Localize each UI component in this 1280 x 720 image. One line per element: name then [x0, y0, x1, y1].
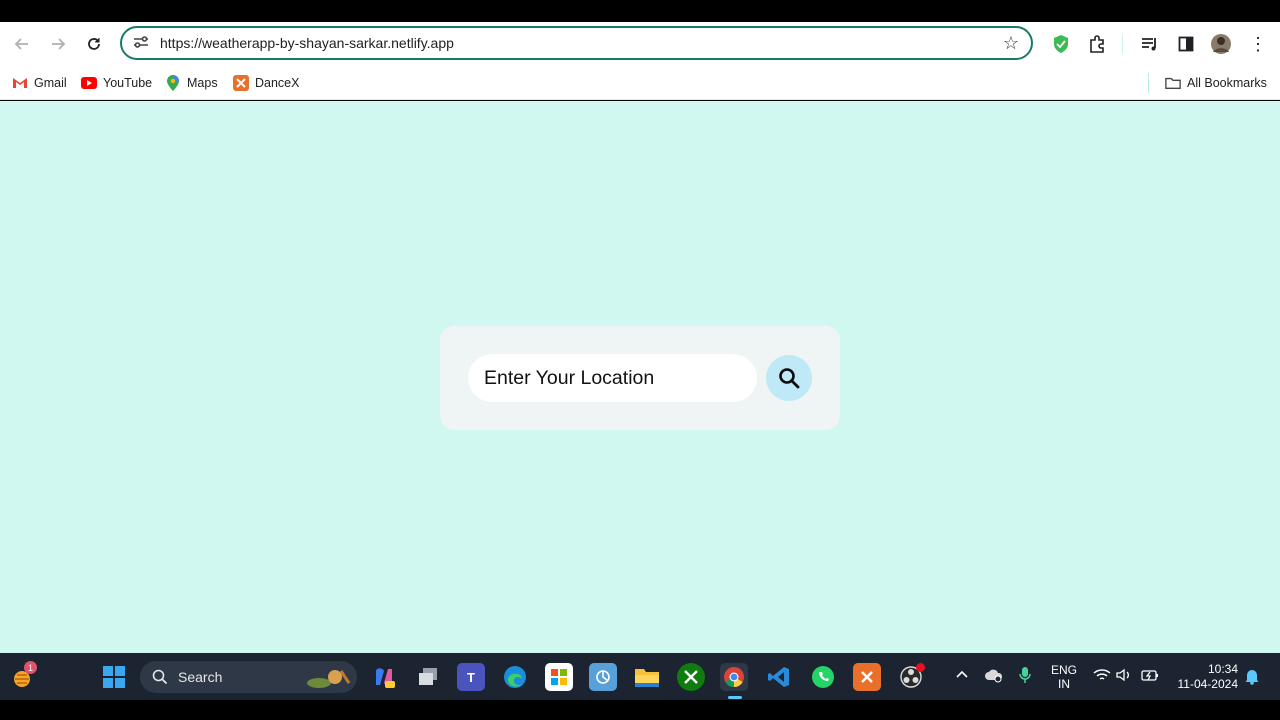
xampp-app-icon[interactable] [853, 663, 881, 691]
search-highlight-illustration-icon [307, 670, 351, 688]
side-panel-icon[interactable] [1174, 32, 1198, 56]
arrow-left-icon [14, 38, 28, 50]
all-bookmarks-button[interactable]: All Bookmarks [1165, 73, 1267, 93]
chrome-app-icon[interactable] [720, 663, 748, 691]
tray-overflow-chevron-icon[interactable] [955, 667, 969, 684]
photo-app-icon[interactable] [589, 663, 617, 691]
bookmark-dancex[interactable]: DanceX [233, 73, 299, 93]
browser-toolbar: https://weatherapp-by-shayan-sarkar.netl… [0, 22, 1280, 66]
teams-app-icon[interactable]: T [457, 663, 485, 691]
taskbar-search-box[interactable]: Search [140, 661, 357, 693]
media-queue-icon[interactable] [1138, 32, 1162, 56]
notification-badge: 1 [24, 661, 37, 674]
profile-avatar[interactable] [1209, 32, 1233, 56]
dancex-icon [233, 75, 249, 91]
edge-browser-icon[interactable] [501, 663, 529, 691]
bookmark-label: DanceX [255, 76, 300, 90]
screen: https://weatherapp-by-shayan-sarkar.netl… [0, 0, 1280, 720]
bookmarks-bar: Gmail YouTube Maps DanceX All Bookmarks [0, 66, 1280, 100]
clock[interactable]: 10:34 11-04-2024 [1170, 662, 1239, 692]
clock-date: 11-04-2024 [1177, 677, 1239, 691]
url-text[interactable]: https://weatherapp-by-shayan-sarkar.netl… [158, 35, 991, 51]
windows-start-icon[interactable] [100, 663, 128, 691]
browser-menu-icon[interactable]: ⋮ [1246, 32, 1270, 56]
bookmark-star-icon[interactable]: ☆ [991, 33, 1031, 54]
forward-button[interactable] [40, 22, 76, 66]
arrow-right-icon [52, 38, 66, 50]
shield-extension-icon[interactable] [1049, 32, 1073, 56]
clock-time: 10:34 [1207, 662, 1238, 676]
reload-button[interactable] [76, 22, 112, 66]
bookmark-label: YouTube [103, 76, 153, 90]
whatsapp-app-icon[interactable] [809, 663, 837, 691]
recording-dot [916, 663, 925, 672]
xbox-app-icon[interactable] [677, 663, 705, 691]
site-settings-icon[interactable] [124, 35, 158, 52]
search-card [440, 326, 840, 430]
file-explorer-icon[interactable] [633, 663, 661, 691]
reload-icon [88, 38, 100, 50]
taskbar-search-label: Search [178, 669, 223, 685]
taskbar: 1 Search T ENG IN 10:34 11-04-2024 [0, 653, 1280, 700]
weather-app-page [0, 101, 1280, 653]
youtube-icon [81, 75, 97, 91]
language-code: ENG [1050, 663, 1077, 677]
bookmark-label: Maps [187, 76, 218, 90]
copilot-app-icon[interactable] [370, 663, 398, 691]
letterbox-bar [0, 700, 1280, 720]
vscode-app-icon[interactable] [765, 663, 793, 691]
gmail-icon [12, 75, 28, 91]
maps-pin-icon [165, 75, 181, 91]
all-bookmarks-label: All Bookmarks [1187, 76, 1267, 90]
search-button[interactable] [766, 355, 812, 401]
search-icon [152, 669, 168, 685]
search-icon [779, 368, 800, 389]
notification-bell-icon[interactable] [1244, 667, 1260, 688]
task-view-icon[interactable] [414, 663, 442, 691]
cloud-sync-icon[interactable] [984, 667, 1004, 686]
language-region: IN [1058, 677, 1070, 691]
bookmark-label: Gmail [34, 76, 67, 90]
folder-icon [1165, 75, 1181, 91]
bookmark-youtube[interactable]: YouTube [81, 73, 152, 93]
battery-charging-icon[interactable] [1141, 668, 1159, 685]
address-bar[interactable]: https://weatherapp-by-shayan-sarkar.netl… [120, 26, 1033, 60]
location-input[interactable] [468, 354, 757, 402]
back-button[interactable] [4, 22, 40, 66]
microsoft-store-icon[interactable] [545, 663, 573, 691]
bookmark-maps[interactable]: Maps [165, 73, 218, 93]
language-indicator[interactable]: ENG IN [1050, 663, 1078, 691]
microphone-icon[interactable] [1019, 666, 1031, 687]
wifi-icon[interactable] [1093, 668, 1111, 685]
volume-icon[interactable] [1116, 668, 1132, 685]
extensions-puzzle-icon[interactable] [1085, 32, 1109, 56]
bookmark-gmail[interactable]: Gmail [12, 73, 67, 93]
active-app-indicator [728, 696, 742, 699]
